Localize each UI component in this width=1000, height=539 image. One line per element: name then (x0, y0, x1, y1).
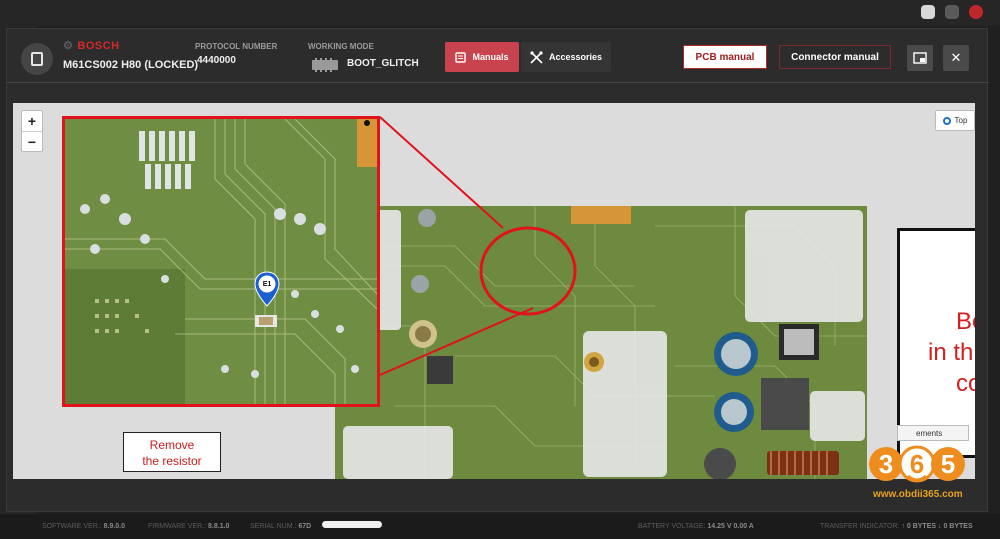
close-dialog-button[interactable]: ✕ (943, 45, 969, 71)
zoomed-detail-inset (62, 116, 380, 407)
tab-manuals-label: Manuals (472, 52, 509, 62)
panel-line-2: in th (928, 339, 974, 366)
ecu-device-icon (21, 43, 53, 75)
dialog-header: ⚙ BOSCH M61CS002 H80 (LOCKED) PROTOCOL NU… (7, 29, 989, 83)
battery-voltage: BATTERY VOLTAGE: 14.25 V 0.00 A (638, 523, 754, 530)
scroll-indicator[interactable] (322, 521, 382, 528)
watermark-digit-2: 6 (910, 449, 924, 479)
watermark-digit-3: 5 (941, 449, 955, 479)
panel-line-1: Be (956, 308, 975, 335)
minimize-button[interactable] (921, 5, 935, 19)
boot-mode-icon (312, 58, 338, 72)
pcb-detail-image (65, 119, 377, 404)
instruction-callout: Remove the resistor (123, 432, 221, 472)
instruction-text: Be in th co (928, 306, 975, 399)
callout-line-2: the resistor (142, 454, 202, 468)
working-mode-value: BOOT_GLITCH (347, 58, 419, 69)
book-icon (455, 51, 467, 63)
tab-manuals[interactable]: Manuals (445, 42, 519, 72)
pcb-manual-button[interactable]: PCB manual (683, 45, 767, 69)
ecu-model: M61CS002 H80 (LOCKED) (63, 59, 199, 71)
tab-accessories-label: Accessories (548, 52, 603, 62)
bosch-logo-icon: ⚙ (63, 40, 74, 52)
transfer-indicator: TRANSFER INDICATOR: ↑ 0 BYTES ↓ 0 BYTES (820, 523, 973, 530)
callout-line-1: Remove (149, 438, 195, 452)
protocol-value: 4440000 (197, 55, 236, 66)
instruction-panel: Be in th co (897, 228, 975, 458)
app-title-bar (0, 0, 1000, 26)
protocol-label: PROTOCOL NUMBER (195, 42, 278, 51)
serial-number: SERIAL NUM.: 67D (250, 523, 312, 530)
firmware-version: FIRMWARE VER.: 8.8.1.0 (148, 523, 230, 530)
maximize-button[interactable] (945, 5, 959, 19)
brand-label: ⚙ BOSCH (63, 40, 120, 52)
tools-icon (530, 50, 543, 64)
software-version: SOFTWARE VER.: 8.9.0.0 (42, 523, 126, 530)
panel-line-3: co (956, 370, 975, 397)
map-pin-icon[interactable] (254, 271, 280, 307)
manual-viewer-dialog: ⚙ BOSCH M61CS002 H80 (LOCKED) PROTOCOL NU… (6, 28, 989, 512)
watermark-digit-1: 3 (879, 449, 893, 479)
status-bar: SOFTWARE VER.: 8.9.0.0 FIRMWARE VER.: 8.… (0, 514, 1000, 539)
tab-accessories[interactable]: Accessories (521, 42, 611, 72)
pcb-image-viewer[interactable]: + − Top E1 Remove the resistor B in th c… (13, 103, 975, 479)
close-window-button[interactable] (969, 5, 983, 19)
connector-manual-button[interactable]: Connector manual (779, 45, 891, 69)
window-icon (913, 52, 927, 64)
close-icon: ✕ (950, 50, 962, 65)
picture-in-picture-button[interactable] (907, 45, 933, 71)
working-mode-label: WORKING MODE (308, 42, 374, 51)
pin-label: E1 (262, 281, 272, 288)
watermark-url: www.obdii365.com (873, 489, 963, 500)
